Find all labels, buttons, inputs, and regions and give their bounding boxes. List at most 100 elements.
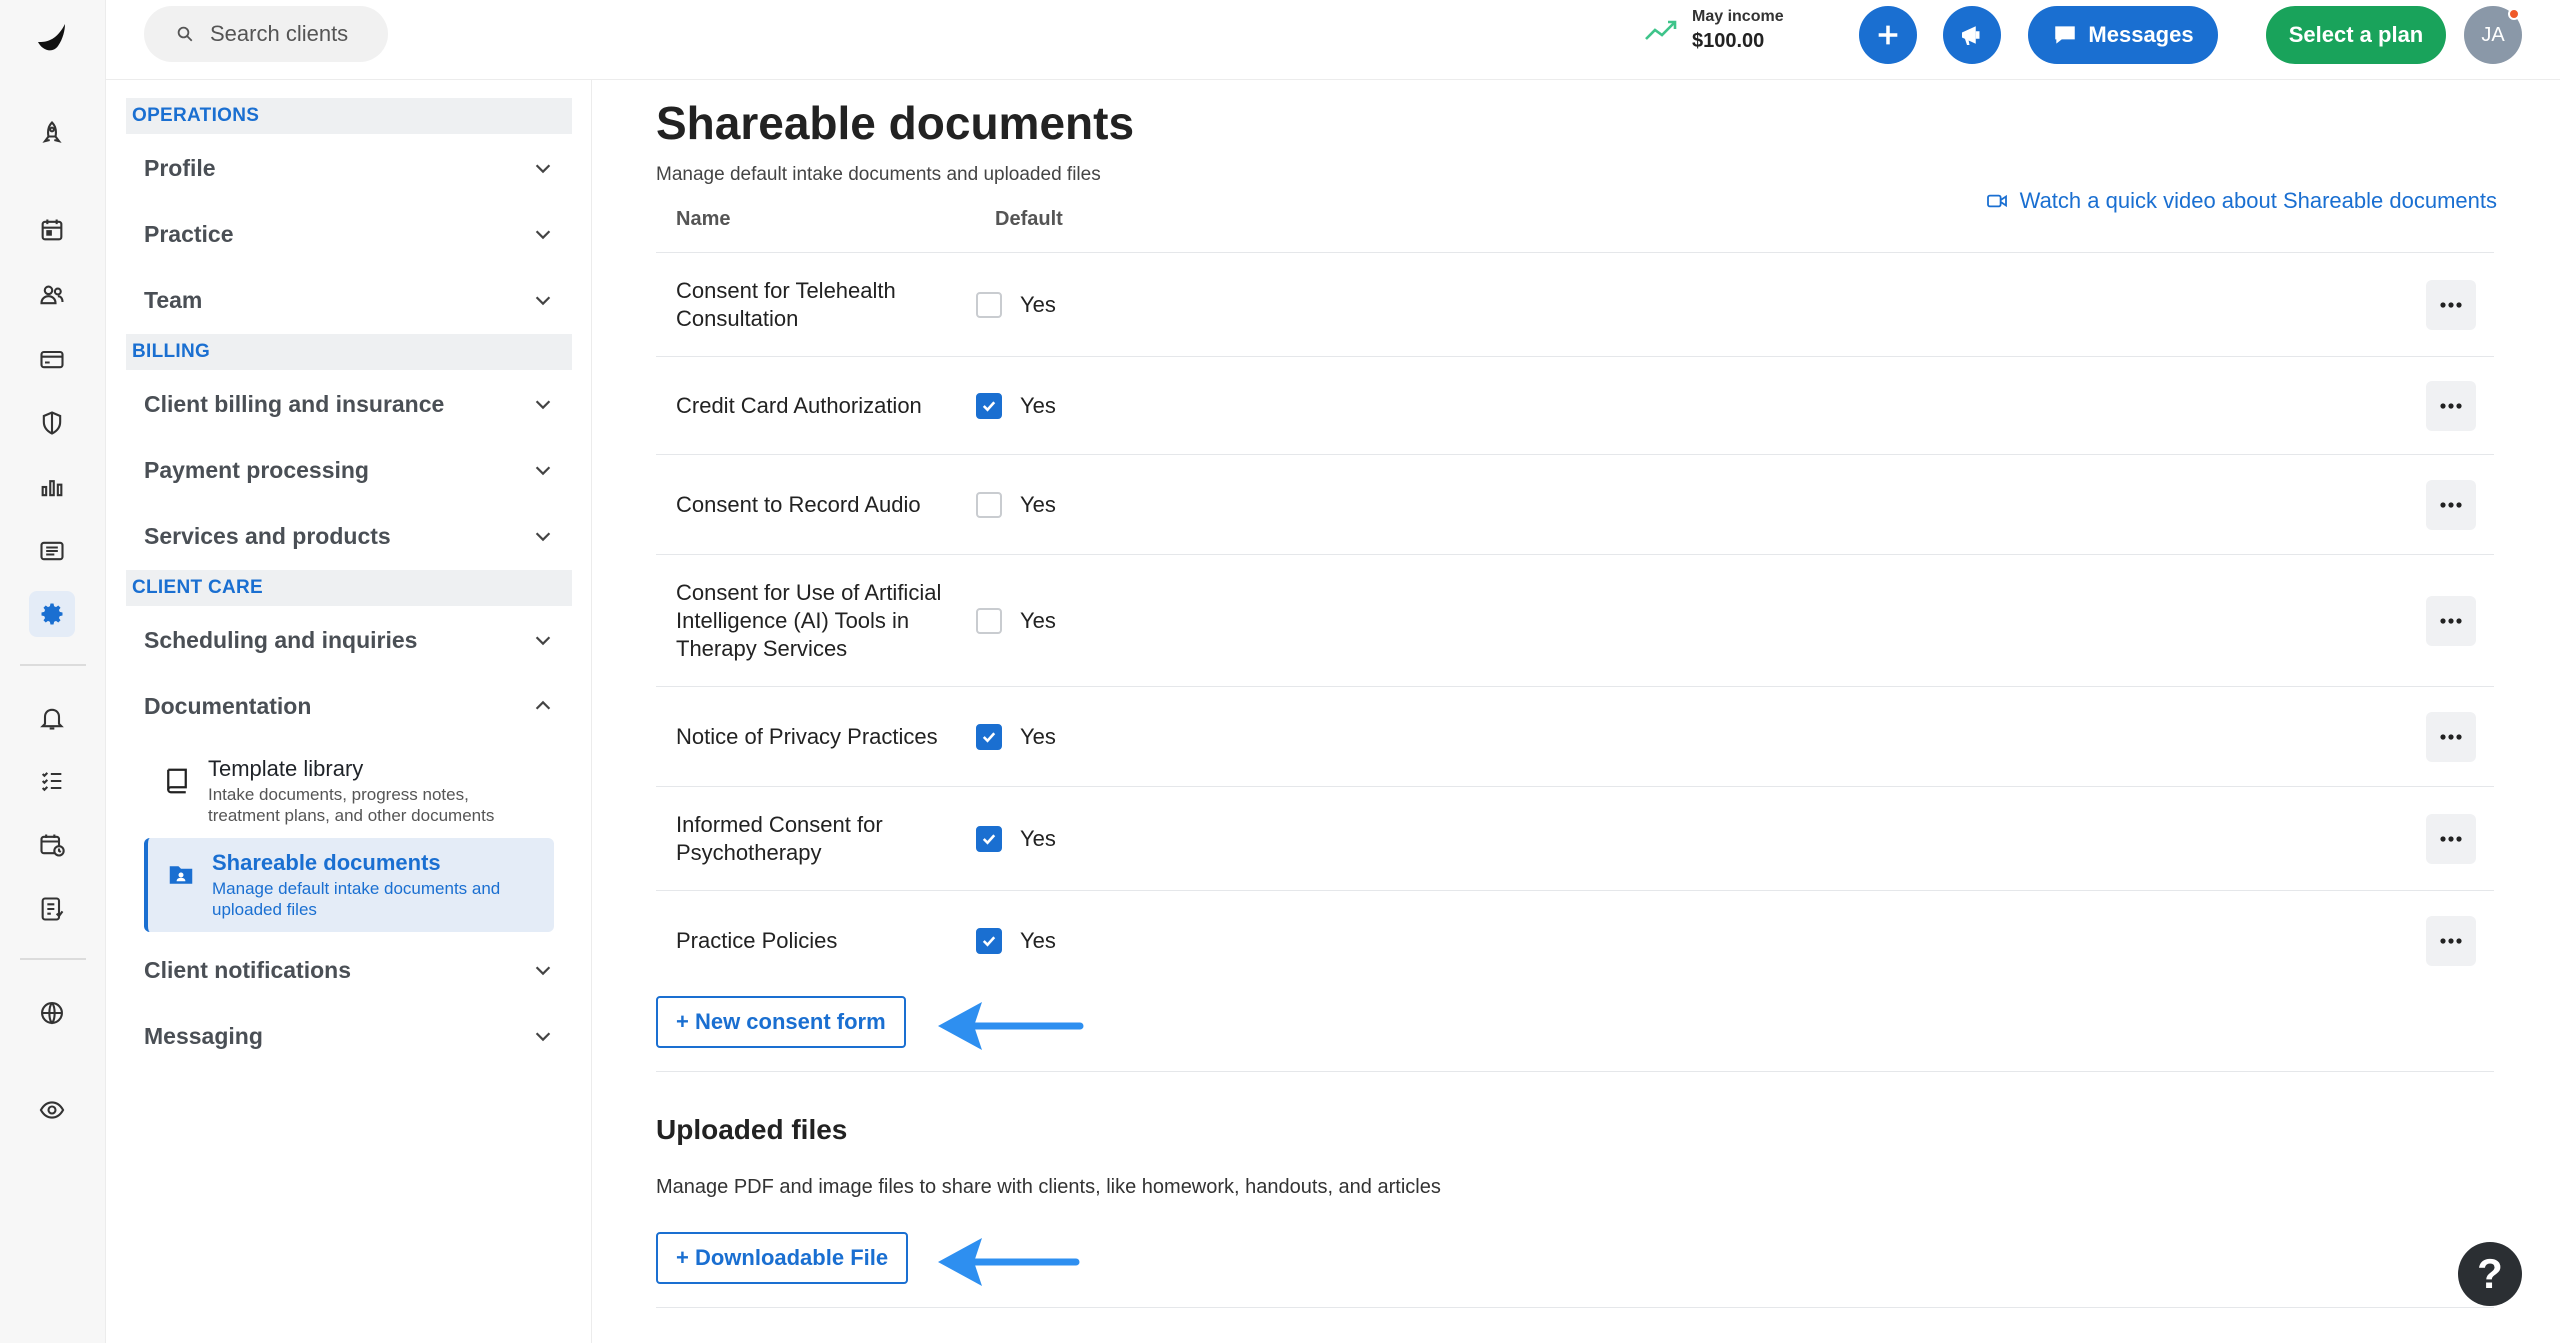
default-label: Yes bbox=[1020, 927, 1056, 953]
column-header-default-label: Default bbox=[995, 208, 1063, 228]
more-horizontal-icon bbox=[2440, 301, 2462, 308]
income-label: May income bbox=[1692, 8, 1784, 25]
sidebar-item-client-notifications[interactable]: Client notifications bbox=[126, 940, 572, 1000]
sidebar-item-label: Client notifications bbox=[144, 956, 351, 983]
document-name: Credit Card Authorization bbox=[676, 392, 922, 418]
plus-icon bbox=[1878, 25, 1898, 45]
bell-icon[interactable] bbox=[29, 695, 75, 741]
add-button[interactable] bbox=[1859, 6, 1917, 64]
checkmark-icon bbox=[982, 833, 996, 845]
more-horizontal-icon bbox=[2440, 835, 2462, 842]
sidebar-subitem-shareable-documents[interactable]: Shareable documents Manage default intak… bbox=[144, 838, 554, 932]
default-toggle: Yes bbox=[976, 825, 1056, 852]
more-options-button[interactable] bbox=[2426, 279, 2476, 330]
sidebar-item-services-products[interactable]: Services and products bbox=[126, 506, 572, 566]
notification-dot bbox=[2508, 8, 2520, 20]
more-horizontal-icon bbox=[2440, 733, 2462, 740]
rocket-icon[interactable] bbox=[29, 110, 75, 156]
column-header-name: Name bbox=[676, 208, 731, 228]
default-checkbox[interactable] bbox=[976, 825, 1002, 852]
sidebar-item-messaging[interactable]: Messaging bbox=[126, 1006, 572, 1066]
settings-gear-icon[interactable] bbox=[29, 591, 75, 637]
document-name: Practice Policies bbox=[676, 927, 838, 953]
more-options-button[interactable] bbox=[2426, 711, 2476, 762]
new-consent-form-button[interactable]: + New consent form bbox=[656, 996, 906, 1048]
sidebar-item-payment-processing[interactable]: Payment processing bbox=[126, 440, 572, 500]
shared-folder-icon bbox=[169, 866, 193, 884]
income-widget[interactable]: May income $100.00 bbox=[1644, 8, 1784, 53]
default-toggle: Yes bbox=[976, 723, 1056, 750]
credit-card-icon[interactable] bbox=[29, 336, 75, 382]
avatar-initials: JA bbox=[2481, 23, 2505, 46]
analytics-icon[interactable] bbox=[29, 464, 75, 510]
main-content: Shareable documents Manage default intak… bbox=[592, 80, 2560, 1343]
more-options-button[interactable] bbox=[2426, 813, 2476, 864]
avatar[interactable]: JA bbox=[2464, 6, 2522, 64]
more-horizontal-icon bbox=[2440, 937, 2462, 944]
downloadable-file-button[interactable]: + Downloadable File bbox=[656, 1232, 909, 1284]
sidebar-item-profile[interactable]: Profile bbox=[126, 138, 572, 198]
video-link-label: Watch a quick video about Shareable docu… bbox=[2019, 188, 2497, 213]
app-rail bbox=[0, 0, 106, 1343]
default-checkbox[interactable] bbox=[976, 723, 1002, 750]
messages-button[interactable]: Messages bbox=[2028, 6, 2218, 64]
clients-icon[interactable] bbox=[29, 272, 75, 318]
help-button[interactable]: ? bbox=[2458, 1242, 2522, 1306]
default-checkbox[interactable] bbox=[976, 607, 1002, 634]
eye-icon[interactable] bbox=[29, 1087, 75, 1133]
section-client-care: CLIENT CARE bbox=[126, 570, 572, 606]
globe-icon[interactable] bbox=[29, 990, 75, 1036]
calendar-clock-icon[interactable] bbox=[29, 822, 75, 868]
documents-table: Consent for Telehealth Consultation Yes Cr… bbox=[656, 252, 2494, 990]
document-list-icon[interactable] bbox=[29, 886, 75, 932]
default-label: Yes bbox=[1020, 825, 1056, 851]
sidebar-item-client-billing[interactable]: Client billing and insurance bbox=[126, 374, 572, 434]
table-row: Practice Policies Yes bbox=[656, 890, 2494, 990]
app-logo[interactable] bbox=[32, 20, 72, 60]
list-icon[interactable] bbox=[29, 528, 75, 574]
default-checkbox[interactable] bbox=[976, 927, 1002, 954]
calendar-icon[interactable] bbox=[29, 207, 75, 253]
default-toggle: Yes bbox=[976, 392, 1056, 419]
chat-icon bbox=[2055, 26, 2076, 44]
trend-up-icon bbox=[1645, 20, 1677, 40]
sidebar-item-label: Profile bbox=[144, 154, 216, 181]
document-name: Informed Consent for Psychotherapy bbox=[676, 811, 883, 865]
messages-label: Messages bbox=[2088, 22, 2194, 47]
table-row: Credit Card Authorization Yes bbox=[656, 356, 2494, 454]
sidebar-item-practice[interactable]: Practice bbox=[126, 204, 572, 264]
video-camera-icon bbox=[1986, 194, 2007, 208]
sidebar-subitem-template-library[interactable]: Template library Intake documents, progr… bbox=[144, 744, 554, 838]
default-checkbox[interactable] bbox=[976, 291, 1002, 318]
default-label: Yes bbox=[1020, 392, 1056, 418]
checklist-icon[interactable] bbox=[29, 758, 75, 804]
default-label: Yes bbox=[1020, 491, 1056, 517]
video-link[interactable]: Watch a quick video about Shareable docu… bbox=[1986, 188, 2497, 214]
sidebar-item-scheduling[interactable]: Scheduling and inquiries bbox=[126, 610, 572, 670]
search-input[interactable]: Search clients bbox=[144, 6, 388, 62]
checkmark-icon bbox=[982, 935, 996, 947]
sidebar-item-label: Practice bbox=[144, 220, 234, 247]
default-checkbox[interactable] bbox=[976, 392, 1002, 419]
sidebar-item-label: Services and products bbox=[144, 522, 391, 549]
default-checkbox[interactable] bbox=[976, 491, 1002, 518]
more-options-button[interactable] bbox=[2426, 380, 2476, 431]
subitem-title: Shareable documents bbox=[212, 850, 441, 875]
megaphone-icon bbox=[1962, 26, 1980, 45]
subitem-description: Intake documents, progress notes, treatm… bbox=[208, 785, 495, 825]
chevron-down-icon bbox=[535, 164, 551, 174]
document-name: Consent to Record Audio bbox=[676, 491, 921, 517]
sidebar-item-label: Documentation bbox=[144, 692, 312, 719]
more-options-button[interactable] bbox=[2426, 479, 2476, 530]
uploaded-files-title: Uploaded files bbox=[656, 1114, 848, 1145]
arrow-pointer-icon bbox=[938, 1002, 1084, 1050]
more-options-button[interactable] bbox=[2426, 915, 2476, 966]
sidebar-item-team[interactable]: Team bbox=[126, 270, 572, 330]
shield-icon[interactable] bbox=[29, 400, 75, 446]
select-plan-button[interactable]: Select a plan bbox=[2266, 6, 2446, 64]
chevron-down-icon bbox=[535, 1032, 551, 1042]
sidebar-item-documentation[interactable]: Documentation bbox=[126, 676, 572, 736]
announcements-button[interactable] bbox=[1943, 6, 2001, 64]
more-options-button[interactable] bbox=[2426, 595, 2476, 646]
chevron-down-icon bbox=[535, 466, 551, 476]
